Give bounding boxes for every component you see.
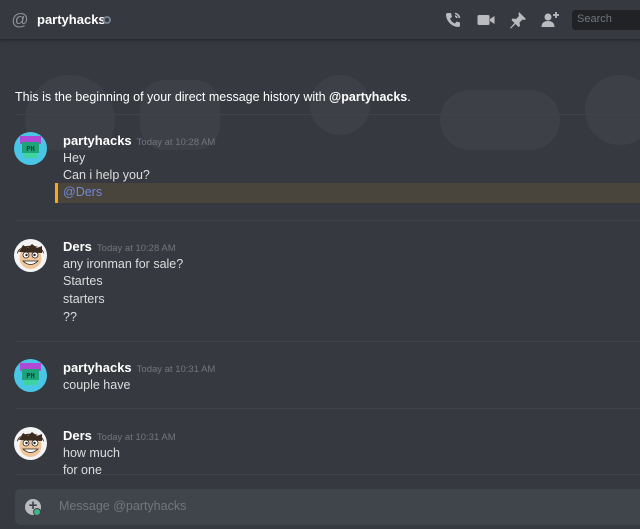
divider xyxy=(15,220,640,221)
pin-icon[interactable] xyxy=(508,10,528,30)
message-text: Startes xyxy=(63,274,103,288)
user-mention-link[interactable]: @Ders xyxy=(63,185,102,199)
search-input[interactable]: Search xyxy=(572,10,640,30)
message-timestamp: Today at 10:28 AM xyxy=(96,243,176,254)
message-author[interactable]: partyhacks Today at 10:28 AM xyxy=(63,133,215,148)
channel-header: @ partyhacks Search xyxy=(0,0,640,40)
phone-call-icon[interactable] xyxy=(443,10,463,30)
message-author[interactable]: Ders Today at 10:28 AM xyxy=(63,239,176,254)
divider xyxy=(15,341,640,342)
dm-recipient-name[interactable]: partyhacks xyxy=(37,12,106,27)
message-list[interactable]: This is the beginning of your direct mes… xyxy=(0,40,640,476)
message-timestamp: Today at 10:31 AM xyxy=(136,364,216,375)
divider xyxy=(15,408,640,409)
message-author[interactable]: partyhacks Today at 10:31 AM xyxy=(63,360,215,375)
message-text: couple have xyxy=(63,378,131,392)
message-text: Hey xyxy=(63,151,86,165)
message-text: ?? xyxy=(63,310,77,324)
online-badge-icon xyxy=(33,508,41,516)
video-call-icon[interactable] xyxy=(476,10,496,30)
ders-avatar[interactable] xyxy=(14,239,47,272)
message-text: any ironman for sale? xyxy=(63,257,184,271)
message-timestamp: Today at 10:28 AM xyxy=(136,137,216,148)
message-text: Can i help you? xyxy=(63,168,150,182)
svg-text:PH: PH xyxy=(26,145,34,153)
add-friend-icon[interactable] xyxy=(540,10,560,30)
mention-highlight: @Ders xyxy=(55,183,640,203)
message-text: how much xyxy=(63,446,120,460)
dm-handle: @partyhacks xyxy=(329,90,408,104)
partyhacks-avatar[interactable]: PH xyxy=(14,132,47,165)
at-icon: @ xyxy=(11,10,29,29)
composer-divider xyxy=(15,474,640,475)
svg-text:PH: PH xyxy=(26,372,34,380)
divider xyxy=(15,114,640,115)
message-author[interactable]: Ders Today at 10:31 AM xyxy=(63,428,176,443)
dm-beginning-text: This is the beginning of your direct mes… xyxy=(15,90,411,104)
message-input[interactable]: Message @partyhacks xyxy=(59,499,186,513)
status-indicator xyxy=(103,16,111,24)
ders-avatar[interactable] xyxy=(14,427,47,460)
message-composer[interactable]: + Message @partyhacks xyxy=(15,489,640,525)
message-timestamp: Today at 10:31 AM xyxy=(96,432,176,443)
partyhacks-avatar[interactable]: PH xyxy=(14,359,47,392)
message-text: starters xyxy=(63,292,105,306)
